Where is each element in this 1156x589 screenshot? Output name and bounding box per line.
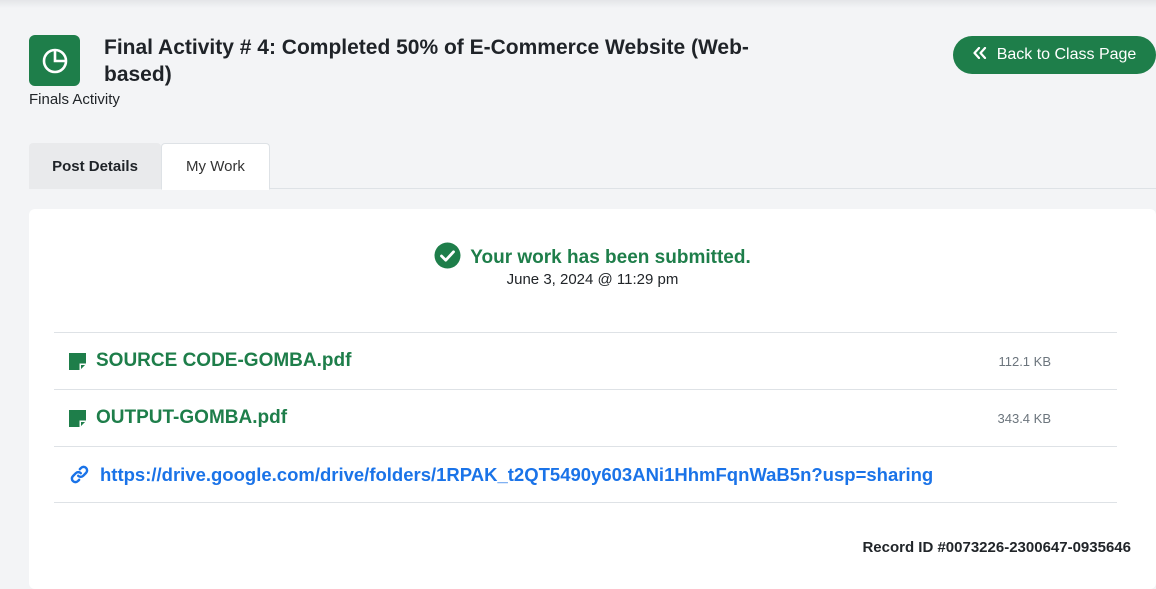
record-id: Record ID #0073226-2300647-0935646 (862, 539, 1131, 556)
drive-link[interactable]: https://drive.google.com/drive/folders/1… (100, 464, 933, 486)
attachment-link[interactable]: SOURCE CODE-GOMBA.pdf (96, 350, 351, 372)
top-bar-shadow (0, 0, 1156, 8)
submission-status-text: Your work has been submitted. (470, 247, 751, 268)
link-icon (69, 464, 90, 485)
tab-my-work[interactable]: My Work (161, 143, 270, 190)
attachment-size: 112.1 KB (998, 353, 1051, 369)
page-title: Final Activity # 4: Completed 50% of E-C… (104, 36, 749, 86)
attachment-row: OUTPUT-GOMBA.pdf 343.4 KB (54, 389, 1117, 446)
activity-category: Finals Activity (29, 91, 120, 108)
submission-timestamp: June 3, 2024 @ 11:29 pm (506, 271, 679, 288)
check-circle-icon (434, 242, 461, 274)
attachment-link[interactable]: OUTPUT-GOMBA.pdf (96, 407, 287, 429)
link-row: https://drive.google.com/drive/folders/1… (54, 446, 1117, 503)
my-work-panel: Your work has been submitted. June 3, 20… (29, 209, 1156, 589)
tab-bar: Post Details My Work (29, 143, 1156, 190)
file-icon (69, 352, 86, 370)
double-chevron-left-icon (973, 46, 987, 64)
tab-post-details[interactable]: Post Details (29, 143, 161, 189)
pie-chart-icon (29, 35, 80, 86)
file-icon (69, 409, 86, 427)
back-to-class-button[interactable]: Back to Class Page (953, 36, 1156, 74)
attachment-size: 343.4 KB (997, 410, 1052, 426)
back-button-label: Back to Class Page (996, 46, 1137, 63)
submission-status: Your work has been submitted. (29, 242, 1156, 274)
attachment-row: SOURCE CODE-GOMBA.pdf 112.1 KB (54, 332, 1117, 389)
